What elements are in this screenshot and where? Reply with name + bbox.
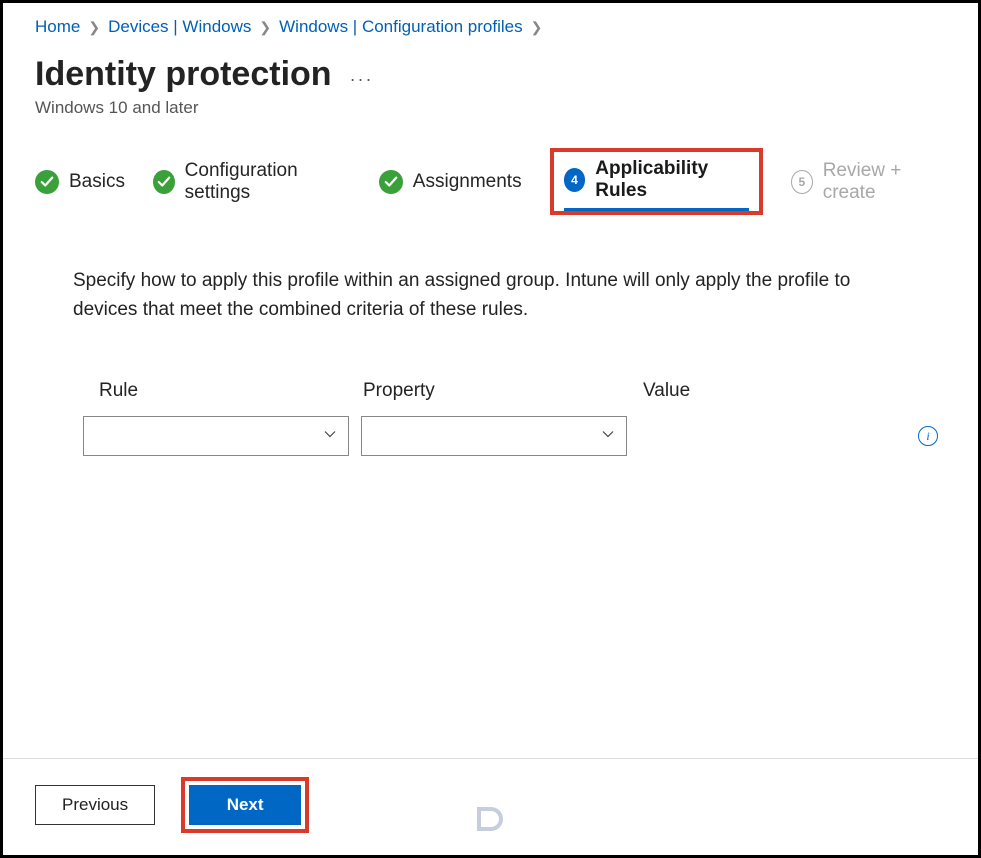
step-applicability-rules[interactable]: 4 Applicability Rules: [564, 158, 749, 211]
breadcrumb-link-devices[interactable]: Devices | Windows: [108, 17, 251, 37]
watermark-logo: [473, 803, 507, 839]
highlight-box: 4 Applicability Rules: [550, 148, 763, 215]
step-assignments[interactable]: Assignments: [379, 170, 522, 194]
step-review-create: 5 Review + create: [791, 160, 946, 204]
check-icon: [379, 170, 403, 194]
page-subtitle: Windows 10 and later: [3, 94, 978, 148]
column-header-property: Property: [363, 380, 643, 402]
step-label: Applicability Rules: [595, 158, 749, 202]
rules-row: i: [83, 416, 946, 456]
rule-dropdown[interactable]: [83, 416, 349, 456]
info-icon[interactable]: i: [918, 426, 938, 446]
step-label: Basics: [69, 171, 125, 193]
step-label: Configuration settings: [185, 160, 351, 204]
next-button[interactable]: Next: [189, 785, 301, 825]
breadcrumb-link-home[interactable]: Home: [35, 17, 80, 37]
step-basics[interactable]: Basics: [35, 170, 125, 194]
property-dropdown[interactable]: [361, 416, 627, 456]
description-text: Specify how to apply this profile within…: [3, 215, 943, 324]
column-header-value: Value: [643, 380, 946, 402]
chevron-down-icon: [600, 426, 616, 447]
step-configuration-settings[interactable]: Configuration settings: [153, 160, 351, 204]
rules-section: Rule Property Value i: [3, 324, 978, 456]
breadcrumb-link-profiles[interactable]: Windows | Configuration profiles: [279, 17, 522, 37]
page-title: Identity protection: [35, 55, 332, 94]
step-label: Assignments: [413, 171, 522, 193]
step-number-icon: 4: [564, 168, 586, 192]
footer-bar: Previous Next: [3, 758, 978, 855]
column-header-rule: Rule: [83, 380, 363, 402]
breadcrumb: Home ❯ Devices | Windows ❯ Windows | Con…: [3, 3, 978, 45]
chevron-right-icon: ❯: [531, 19, 543, 36]
more-actions-icon[interactable]: ···: [350, 59, 374, 90]
check-icon: [35, 170, 59, 194]
chevron-down-icon: [322, 426, 338, 447]
step-label: Review + create: [823, 160, 946, 204]
check-icon: [153, 170, 175, 194]
wizard-stepper: Basics Configuration settings Assignment…: [3, 148, 978, 215]
value-cell: i: [639, 416, 946, 456]
chevron-right-icon: ❯: [259, 19, 271, 36]
step-number-icon: 5: [791, 170, 813, 194]
chevron-right-icon: ❯: [88, 19, 100, 36]
highlight-box: Next: [181, 777, 309, 833]
previous-button[interactable]: Previous: [35, 785, 155, 825]
